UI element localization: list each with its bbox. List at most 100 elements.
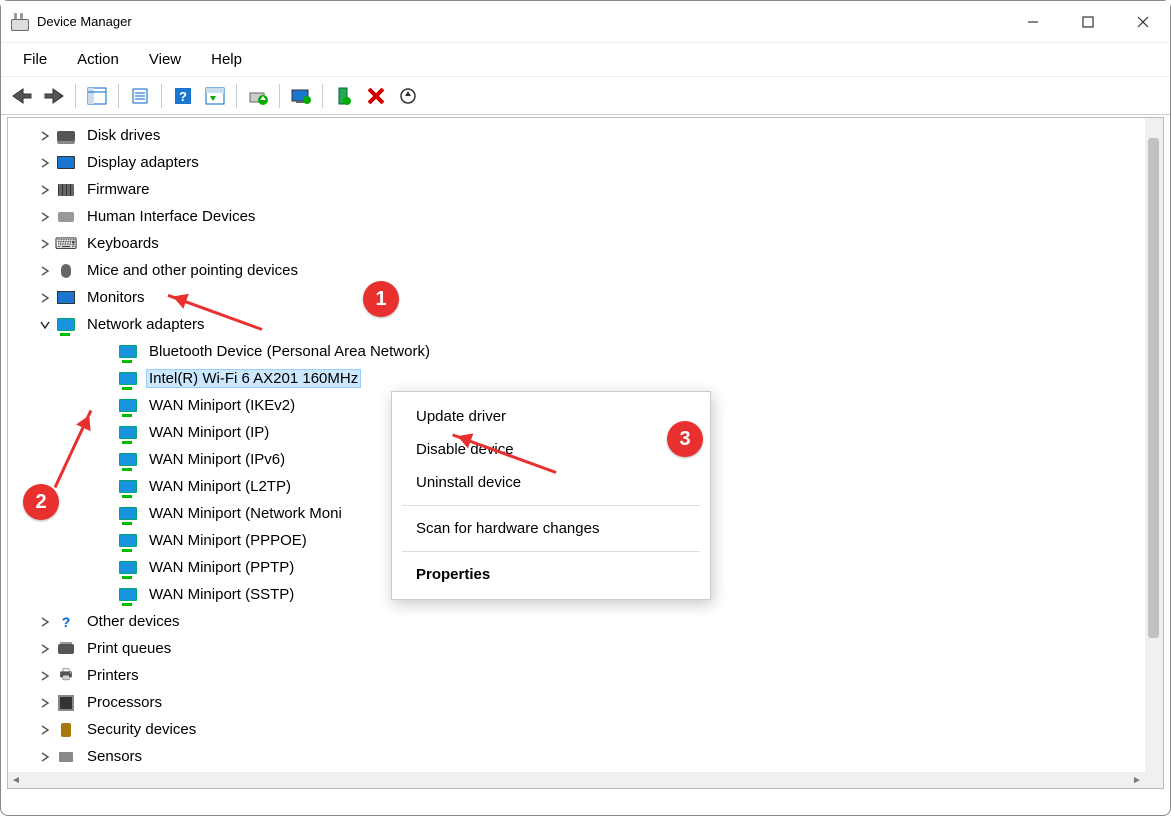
menu-action[interactable]: Action	[63, 47, 133, 72]
tree-item-label: Processors	[84, 693, 165, 712]
expander-closed-icon[interactable]	[38, 696, 52, 710]
annotation-number: 3	[679, 428, 690, 451]
tree-item[interactable]: Security devices	[8, 716, 1145, 743]
firmware-icon	[56, 181, 76, 199]
tree-item-label: WAN Miniport (IKEv2)	[146, 396, 298, 415]
tree-item[interactable]: Keyboards	[8, 230, 1145, 257]
scan-hardware-icon	[290, 87, 312, 105]
window-controls	[1005, 1, 1170, 42]
scan-hardware-button[interactable]	[286, 82, 316, 110]
maximize-icon	[1082, 16, 1094, 28]
scrollbar-thumb[interactable]	[1148, 138, 1159, 638]
annotation-marker-3: 3	[667, 421, 703, 457]
cm-update-driver[interactable]: Update driver	[392, 400, 710, 433]
title-bar: Device Manager	[1, 1, 1170, 43]
tree-item[interactable]: Other devices	[8, 608, 1145, 635]
tree-item-label: Human Interface Devices	[84, 207, 258, 226]
enable-device-button[interactable]	[329, 82, 359, 110]
menu-help[interactable]: Help	[197, 47, 256, 72]
action-list-button[interactable]	[200, 82, 230, 110]
back-arrow-icon	[11, 87, 33, 105]
tree-item[interactable]: Bluetooth Device (Personal Area Network)	[8, 338, 1145, 365]
net-icon	[118, 397, 138, 415]
expander-closed-icon[interactable]	[38, 210, 52, 224]
tree-item-label: WAN Miniport (L2TP)	[146, 477, 294, 496]
menu-file[interactable]: File	[9, 47, 61, 72]
tree-item-label: WAN Miniport (PPTP)	[146, 558, 297, 577]
tree-item[interactable]: Mice and other pointing devices	[8, 257, 1145, 284]
expander-open-icon[interactable]	[38, 318, 52, 332]
scan-for-changes-button[interactable]	[393, 82, 423, 110]
tree-item[interactable]: Intel(R) Wi-Fi 6 AX201 160MHz	[8, 365, 1145, 392]
scroll-left-icon[interactable]: ◄	[8, 772, 24, 788]
sensor-icon	[56, 748, 76, 766]
toolbar-separator	[279, 84, 280, 108]
net-icon	[56, 316, 76, 334]
annotation-marker-1: 1	[363, 281, 399, 317]
expander-closed-icon[interactable]	[38, 183, 52, 197]
properties-button[interactable]	[125, 82, 155, 110]
disk-icon	[56, 127, 76, 145]
expander-closed-icon[interactable]	[38, 615, 52, 629]
toolbar: ?	[1, 77, 1170, 115]
expander-closed-icon[interactable]	[38, 156, 52, 170]
tree-item[interactable]: Processors	[8, 689, 1145, 716]
monitor-icon	[56, 289, 76, 307]
tree-item-label: Sensors	[84, 747, 145, 766]
toolbar-separator	[118, 84, 119, 108]
cpu-icon	[56, 694, 76, 712]
tree-item-label: Security devices	[84, 720, 199, 739]
tree-item-label: WAN Miniport (Network Moni	[146, 504, 345, 523]
tree-item-label: WAN Miniport (IPv6)	[146, 450, 288, 469]
net-icon	[118, 586, 138, 604]
net-icon	[118, 370, 138, 388]
close-button[interactable]	[1115, 1, 1170, 42]
expander-closed-icon[interactable]	[38, 291, 52, 305]
update-driver-icon	[248, 87, 268, 105]
maximize-button[interactable]	[1060, 1, 1115, 42]
tree-item[interactable]: Display adapters	[8, 149, 1145, 176]
tree-item[interactable]: Firmware	[8, 176, 1145, 203]
tree-item-label: Keyboards	[84, 234, 162, 253]
scan-circle-icon	[399, 87, 417, 105]
show-hide-console-tree[interactable]	[82, 82, 112, 110]
action-list-icon	[205, 87, 225, 105]
toolbar-separator	[236, 84, 237, 108]
expander-closed-icon[interactable]	[38, 642, 52, 656]
back-button[interactable]	[7, 82, 37, 110]
tree-item[interactable]: Printers	[8, 662, 1145, 689]
forward-button[interactable]	[39, 82, 69, 110]
menu-view[interactable]: View	[135, 47, 195, 72]
update-driver-button[interactable]	[243, 82, 273, 110]
expander-closed-icon[interactable]	[38, 264, 52, 278]
tree-item[interactable]: Network adapters	[8, 311, 1145, 338]
cm-disable-device[interactable]: Disable device	[392, 433, 710, 466]
vertical-scrollbar[interactable]	[1145, 118, 1163, 772]
tree-item-label: WAN Miniport (PPPOE)	[146, 531, 310, 550]
tree-item-label: Display adapters	[84, 153, 202, 172]
tree-item-label: Disk drives	[84, 126, 163, 145]
tree-item[interactable]: Disk drives	[8, 122, 1145, 149]
expander-closed-icon[interactable]	[38, 237, 52, 251]
uninstall-device-button[interactable]	[361, 82, 391, 110]
help-button[interactable]: ?	[168, 82, 198, 110]
expander-closed-icon[interactable]	[38, 723, 52, 737]
status-bar	[7, 791, 1164, 811]
expander-closed-icon[interactable]	[38, 129, 52, 143]
minimize-button[interactable]	[1005, 1, 1060, 42]
tree-item-label: Network adapters	[84, 315, 208, 334]
expander-closed-icon[interactable]	[38, 669, 52, 683]
expander-closed-icon[interactable]	[38, 750, 52, 764]
net-icon	[118, 505, 138, 523]
tree-item[interactable]: Human Interface Devices	[8, 203, 1145, 230]
scroll-right-icon[interactable]: ►	[1129, 772, 1145, 788]
tree-item[interactable]: Print queues	[8, 635, 1145, 662]
hid-icon	[56, 208, 76, 226]
print-icon	[56, 640, 76, 658]
enable-device-icon	[337, 87, 351, 105]
cm-scan-hardware[interactable]: Scan for hardware changes	[392, 512, 710, 545]
tree-item[interactable]: Sensors	[8, 743, 1145, 770]
other-icon	[56, 613, 76, 631]
horizontal-scrollbar[interactable]: ◄ ►	[8, 772, 1145, 788]
cm-properties[interactable]: Properties	[392, 558, 710, 591]
